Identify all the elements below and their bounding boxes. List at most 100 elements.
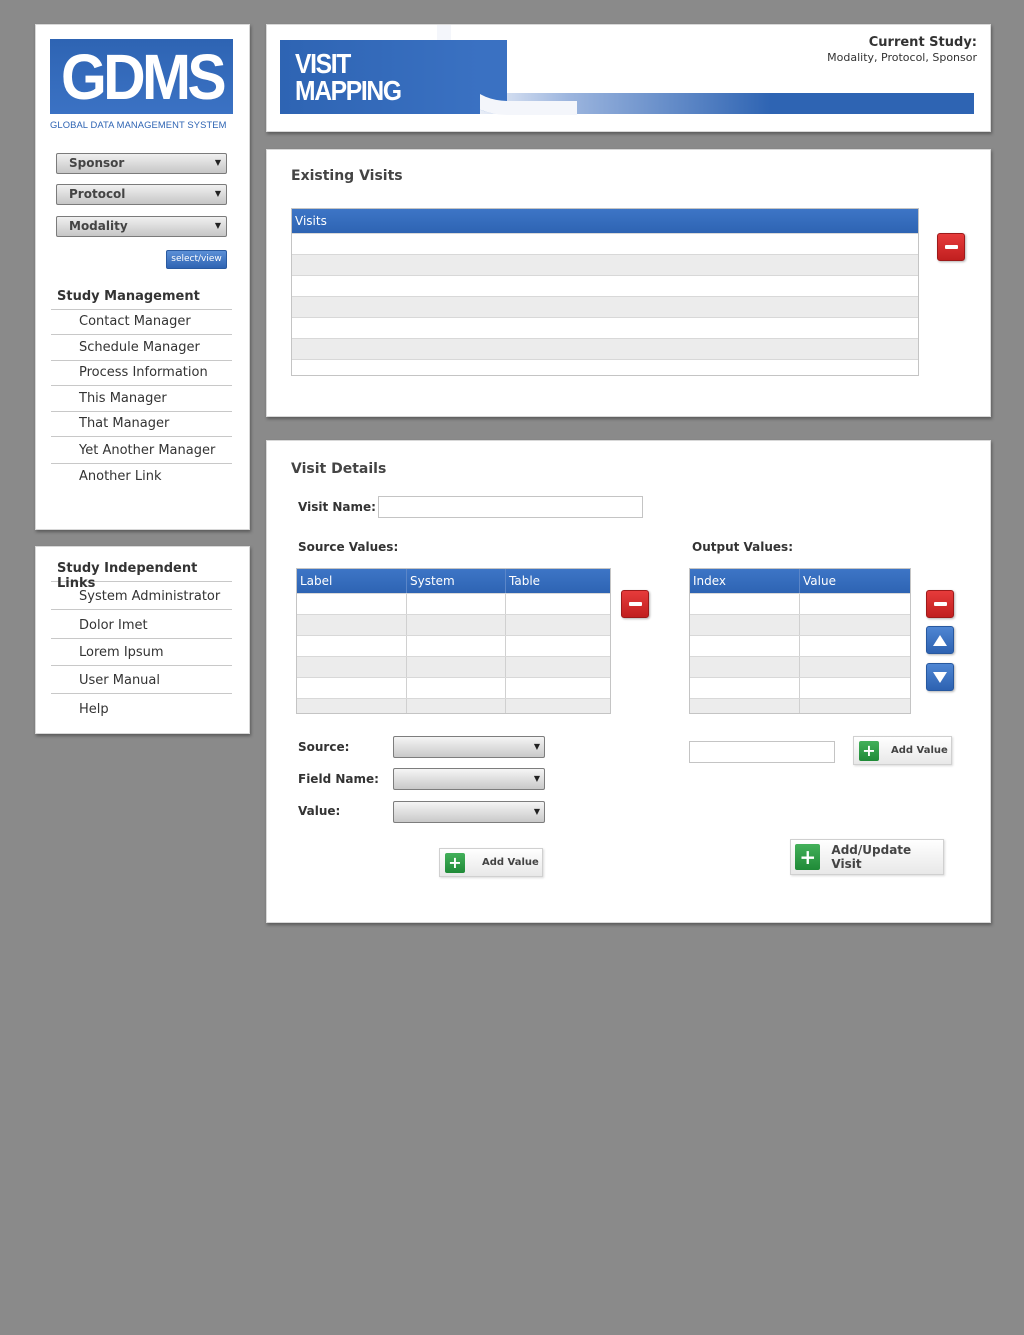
existing-visits-panel: Existing Visits Visits bbox=[266, 149, 991, 417]
nav-yet-another-manager[interactable]: Yet Another Manager bbox=[51, 439, 232, 464]
visit-name-label: Visit Name: bbox=[298, 500, 376, 514]
chevron-down-icon: ▼ bbox=[533, 807, 540, 816]
existing-visits-title: Existing Visits bbox=[291, 168, 403, 184]
nav-contact-manager[interactable]: Contact Manager bbox=[51, 310, 232, 335]
remove-output-value-button[interactable] bbox=[926, 590, 954, 618]
visit-name-input[interactable] bbox=[378, 496, 643, 518]
table-row[interactable] bbox=[297, 593, 610, 614]
table-row[interactable] bbox=[292, 233, 918, 254]
add-update-visit-button[interactable]: + Add/Update Visit bbox=[790, 839, 944, 875]
logo-subtitle: GLOBAL DATA MANAGEMENT SYSTEM bbox=[50, 119, 227, 130]
source-col-table: Table bbox=[509, 574, 541, 588]
visits-table: Visits bbox=[291, 208, 919, 376]
plus-icon: + bbox=[795, 844, 821, 870]
output-table-header: Index Value bbox=[690, 569, 910, 593]
table-row[interactable] bbox=[292, 359, 918, 375]
nav-lorem-ipsum[interactable]: Lorem Ipsum bbox=[51, 641, 232, 666]
add-value-label: Add Value bbox=[891, 745, 948, 756]
arrow-up-icon bbox=[933, 634, 947, 646]
field-name-label: Field Name: bbox=[298, 772, 379, 786]
minus-icon bbox=[628, 602, 642, 606]
output-col-value: Value bbox=[803, 574, 836, 588]
nav-help[interactable]: Help bbox=[51, 698, 232, 723]
chevron-down-icon: ▼ bbox=[214, 189, 221, 198]
sidebar-study-panel: GDMS GLOBAL DATA MANAGEMENT SYSTEM Spons… bbox=[35, 24, 250, 530]
nav-that-manager[interactable]: That Manager bbox=[51, 412, 232, 437]
table-row[interactable] bbox=[292, 317, 918, 338]
protocol-dropdown-label: Protocol bbox=[69, 187, 126, 201]
output-values-table: Index Value bbox=[689, 568, 911, 714]
nav-dolor-imet[interactable]: Dolor Imet bbox=[51, 614, 232, 639]
add-output-value-button[interactable]: + Add Value bbox=[853, 736, 952, 765]
current-study-label: Current Study: bbox=[868, 35, 977, 50]
table-row[interactable] bbox=[690, 614, 910, 635]
sidebar-independent-panel: Study Independent Links System Administr… bbox=[35, 546, 250, 734]
source-values-table: Label System Table bbox=[296, 568, 611, 714]
add-source-value-button[interactable]: + Add Value bbox=[439, 848, 543, 877]
field-name-select[interactable]: ▼ bbox=[393, 768, 545, 790]
remove-source-value-button[interactable] bbox=[621, 590, 649, 618]
protocol-dropdown[interactable]: Protocol ▼ bbox=[56, 184, 227, 205]
table-row[interactable] bbox=[297, 614, 610, 635]
table-row[interactable] bbox=[292, 338, 918, 359]
add-value-label: Add Value bbox=[482, 857, 539, 868]
table-row[interactable] bbox=[292, 296, 918, 317]
current-study-value: Modality, Protocol, Sponsor bbox=[827, 51, 977, 64]
table-row[interactable] bbox=[690, 635, 910, 656]
output-values-label: Output Values: bbox=[692, 540, 793, 554]
source-table-header: Label System Table bbox=[297, 569, 610, 593]
move-up-button[interactable] bbox=[926, 626, 954, 654]
chevron-down-icon: ▼ bbox=[214, 221, 221, 230]
modality-dropdown-label: Modality bbox=[69, 219, 128, 233]
page-title-line1: VISIT bbox=[295, 48, 351, 79]
visits-column-header: Visits bbox=[295, 214, 327, 228]
study-management-heading: Study Management bbox=[51, 286, 232, 310]
output-value-input[interactable] bbox=[689, 741, 835, 763]
source-values-label: Source Values: bbox=[298, 540, 399, 554]
gdms-logo: GDMS bbox=[50, 39, 233, 114]
sponsor-dropdown-label: Sponsor bbox=[69, 156, 125, 170]
add-update-visit-label: Add/Update Visit bbox=[831, 843, 912, 871]
nav-process-information[interactable]: Process Information bbox=[51, 361, 232, 386]
table-row[interactable] bbox=[297, 677, 610, 698]
nav-user-manual[interactable]: User Manual bbox=[51, 669, 232, 694]
nav-another-link[interactable]: Another Link bbox=[51, 465, 232, 490]
nav-this-manager[interactable]: This Manager bbox=[51, 387, 232, 412]
modality-dropdown[interactable]: Modality ▼ bbox=[56, 216, 227, 237]
visits-table-header: Visits bbox=[292, 209, 918, 233]
table-row[interactable] bbox=[690, 677, 910, 698]
page-title: VISIT MAPPING bbox=[295, 48, 402, 105]
minus-icon bbox=[933, 602, 947, 606]
table-row[interactable] bbox=[297, 698, 610, 713]
table-row[interactable] bbox=[297, 635, 610, 656]
table-row[interactable] bbox=[690, 698, 910, 713]
table-row[interactable] bbox=[690, 656, 910, 677]
study-independent-heading: Study Independent Links bbox=[51, 558, 232, 591]
arrow-down-icon bbox=[933, 671, 947, 683]
move-down-button[interactable] bbox=[926, 663, 954, 691]
source-label: Source: bbox=[298, 740, 350, 754]
minus-icon bbox=[944, 245, 958, 249]
page-header: VISIT MAPPING Current Study: Modality, P… bbox=[266, 24, 991, 132]
source-col-system: System bbox=[407, 569, 506, 593]
chevron-down-icon: ▼ bbox=[533, 774, 540, 783]
output-col-index: Index bbox=[690, 569, 800, 593]
select-view-button[interactable]: select/view bbox=[166, 250, 227, 269]
visit-details-title: Visit Details bbox=[291, 461, 387, 477]
logo-text: GDMS bbox=[60, 40, 227, 113]
table-row[interactable] bbox=[292, 254, 918, 275]
value-select[interactable]: ▼ bbox=[393, 801, 545, 823]
value-label: Value: bbox=[298, 804, 341, 818]
table-row[interactable] bbox=[297, 656, 610, 677]
nav-schedule-manager[interactable]: Schedule Manager bbox=[51, 336, 232, 361]
nav-system-administrator[interactable]: System Administrator bbox=[51, 585, 232, 610]
table-row[interactable] bbox=[690, 593, 910, 614]
chevron-down-icon: ▼ bbox=[214, 158, 221, 167]
sponsor-dropdown[interactable]: Sponsor ▼ bbox=[56, 153, 227, 174]
plus-icon: + bbox=[859, 740, 879, 761]
table-row[interactable] bbox=[292, 275, 918, 296]
source-select[interactable]: ▼ bbox=[393, 736, 545, 758]
visit-details-panel: Visit Details Visit Name: Source Values:… bbox=[266, 440, 991, 923]
remove-visit-button[interactable] bbox=[937, 233, 965, 261]
plus-icon: + bbox=[445, 852, 465, 873]
